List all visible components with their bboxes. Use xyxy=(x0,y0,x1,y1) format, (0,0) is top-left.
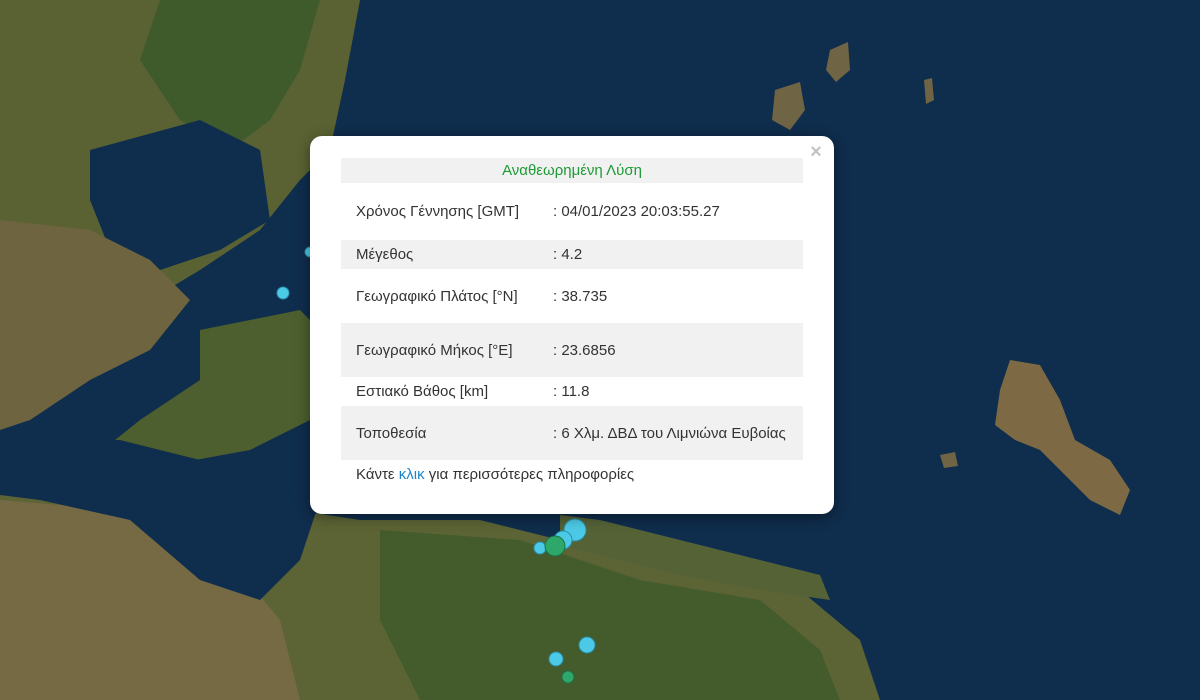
earthquake-marker[interactable] xyxy=(533,541,547,555)
popup-content: Αναθεωρημένη Λύση Χρόνος Γέννησης [GMT] … xyxy=(341,158,803,483)
earthquake-marker[interactable] xyxy=(578,636,596,654)
origin-time-value: : 04/01/2023 20:03:55.27 xyxy=(553,203,720,220)
longitude-value: : 23.6856 xyxy=(540,323,803,377)
popup-title: Αναθεωρημένη Λύση xyxy=(341,158,803,183)
table-row: Γεωγραφικό Μήκος [°E] : 23.6856 xyxy=(341,323,803,377)
location-label: Τοποθεσία xyxy=(341,406,540,460)
more-info-suffix: για περισσότερες πληροφορίες xyxy=(424,466,635,483)
more-info-text: Κάντε κλικ για περισσότερες πληροφορίες xyxy=(341,460,803,483)
popup-title-row: Αναθεωρημένη Λύση xyxy=(341,158,803,183)
table-row: Χρόνος Γέννησης [GMT] : 04/01/2023 20:03… xyxy=(341,183,803,240)
origin-time-label: Χρόνος Γέννησης [GMT] xyxy=(356,203,520,220)
earthquake-marker[interactable] xyxy=(276,286,290,300)
latitude-label: Γεωγραφικό Πλάτος [°N] xyxy=(356,287,518,305)
latitude-value: : 38.735 xyxy=(553,287,608,305)
table-row: Εστιακό Βάθος [km] : 11.8 xyxy=(341,377,803,406)
earthquake-marker[interactable] xyxy=(561,670,575,684)
earthquake-info-table: Αναθεωρημένη Λύση Χρόνος Γέννησης [GMT] … xyxy=(341,158,803,460)
depth-value: : 11.8 xyxy=(553,383,590,400)
depth-label: Εστιακό Βάθος [km] xyxy=(356,383,489,400)
magnitude-label: Μέγεθος xyxy=(341,240,540,269)
close-icon[interactable]: × xyxy=(806,142,826,162)
table-row: Γεωγραφικό Πλάτος [°N] : 38.735 xyxy=(341,269,803,323)
earthquake-marker[interactable] xyxy=(544,535,566,557)
longitude-label: Γεωγραφικό Μήκος [°E] xyxy=(341,323,540,377)
table-row: Τοποθεσία : 6 Χλμ. ΔΒΔ του Λιμνιώνα Ευβο… xyxy=(341,406,803,460)
magnitude-value: : 4.2 xyxy=(540,240,803,269)
table-row: Μέγεθος : 4.2 xyxy=(341,240,803,269)
earthquake-marker[interactable] xyxy=(548,651,564,667)
more-info-prefix: Κάντε xyxy=(356,466,399,483)
location-value: : 6 Χλμ. ΔΒΔ του Λιμνιώνα Ευβοίας xyxy=(540,406,803,460)
earthquake-popup: × Αναθεωρημένη Λύση Χρόνος Γέννησης [GMT… xyxy=(310,136,834,514)
more-info-link[interactable]: κλικ xyxy=(399,466,425,483)
